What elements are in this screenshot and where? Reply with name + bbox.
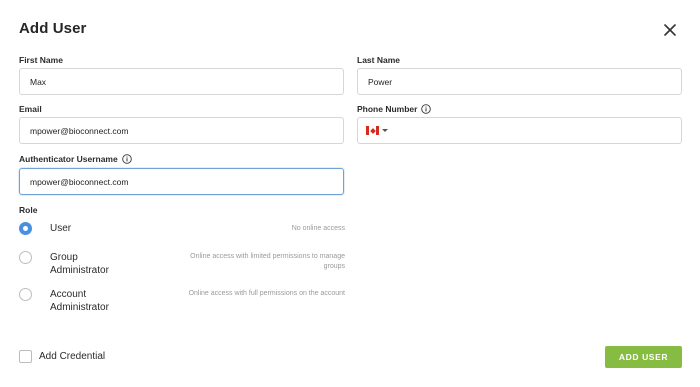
authenticator-username-input[interactable] <box>19 168 344 195</box>
authenticator-username-label-text: Authenticator Username <box>19 154 118 164</box>
first-name-input[interactable] <box>19 68 344 95</box>
phone-number-label-text: Phone Number <box>357 104 418 114</box>
phone-number-field[interactable] <box>357 117 682 144</box>
authenticator-username-label: Authenticator Username <box>19 154 132 164</box>
email-input[interactable] <box>19 117 344 144</box>
add-credential-label: Add Credential <box>39 351 106 362</box>
radio-button-account-administrator[interactable] <box>19 288 32 301</box>
info-icon[interactable] <box>421 104 432 114</box>
role-option-description: No online access <box>291 225 345 232</box>
email-label-text: Email <box>19 104 42 114</box>
role-option-title-line: Administrator <box>50 302 109 313</box>
role-option-user[interactable]: User No online access <box>19 222 345 236</box>
info-icon[interactable] <box>121 154 132 164</box>
add-credential-checkbox-row[interactable]: Add Credential <box>19 350 105 363</box>
chevron-down-icon <box>382 129 388 132</box>
add-credential-checkbox[interactable] <box>19 350 32 363</box>
role-option-title: User <box>50 223 72 234</box>
first-name-label-text: First Name <box>19 55 63 65</box>
role-option-group-administrator[interactable]: Group Administrator Online access with l… <box>19 251 345 277</box>
role-label: Role <box>19 205 38 215</box>
dialog-title: Add User <box>19 20 87 37</box>
last-name-label: Last Name <box>357 55 400 65</box>
email-label: Email <box>19 104 42 114</box>
radio-button-user[interactable] <box>19 222 32 235</box>
role-option-title: Account Administrator <box>50 288 109 314</box>
last-name-input[interactable] <box>357 68 682 95</box>
country-code-select[interactable] <box>366 126 388 135</box>
role-option-description-line: groups <box>323 263 345 270</box>
last-name-label-text: Last Name <box>357 55 400 65</box>
role-option-title-line: Group <box>50 252 78 263</box>
phone-number-label: Phone Number <box>357 104 432 114</box>
radio-button-group-administrator[interactable] <box>19 251 32 264</box>
role-option-description: Online access with limited permissions t… <box>190 252 345 272</box>
role-option-description: Online access with full permissions on t… <box>188 290 345 297</box>
add-user-button[interactable]: ADD USER <box>605 346 682 368</box>
first-name-label: First Name <box>19 55 63 65</box>
role-option-title-line: Administrator <box>50 265 109 276</box>
role-option-title-line: Account <box>50 289 87 300</box>
canada-flag-icon <box>366 126 379 135</box>
role-option-description-line: Online access with limited permissions t… <box>190 253 345 260</box>
role-option-account-administrator[interactable]: Account Administrator Online access with… <box>19 288 345 314</box>
close-icon[interactable] <box>661 21 679 39</box>
role-option-title: Group Administrator <box>50 251 109 277</box>
